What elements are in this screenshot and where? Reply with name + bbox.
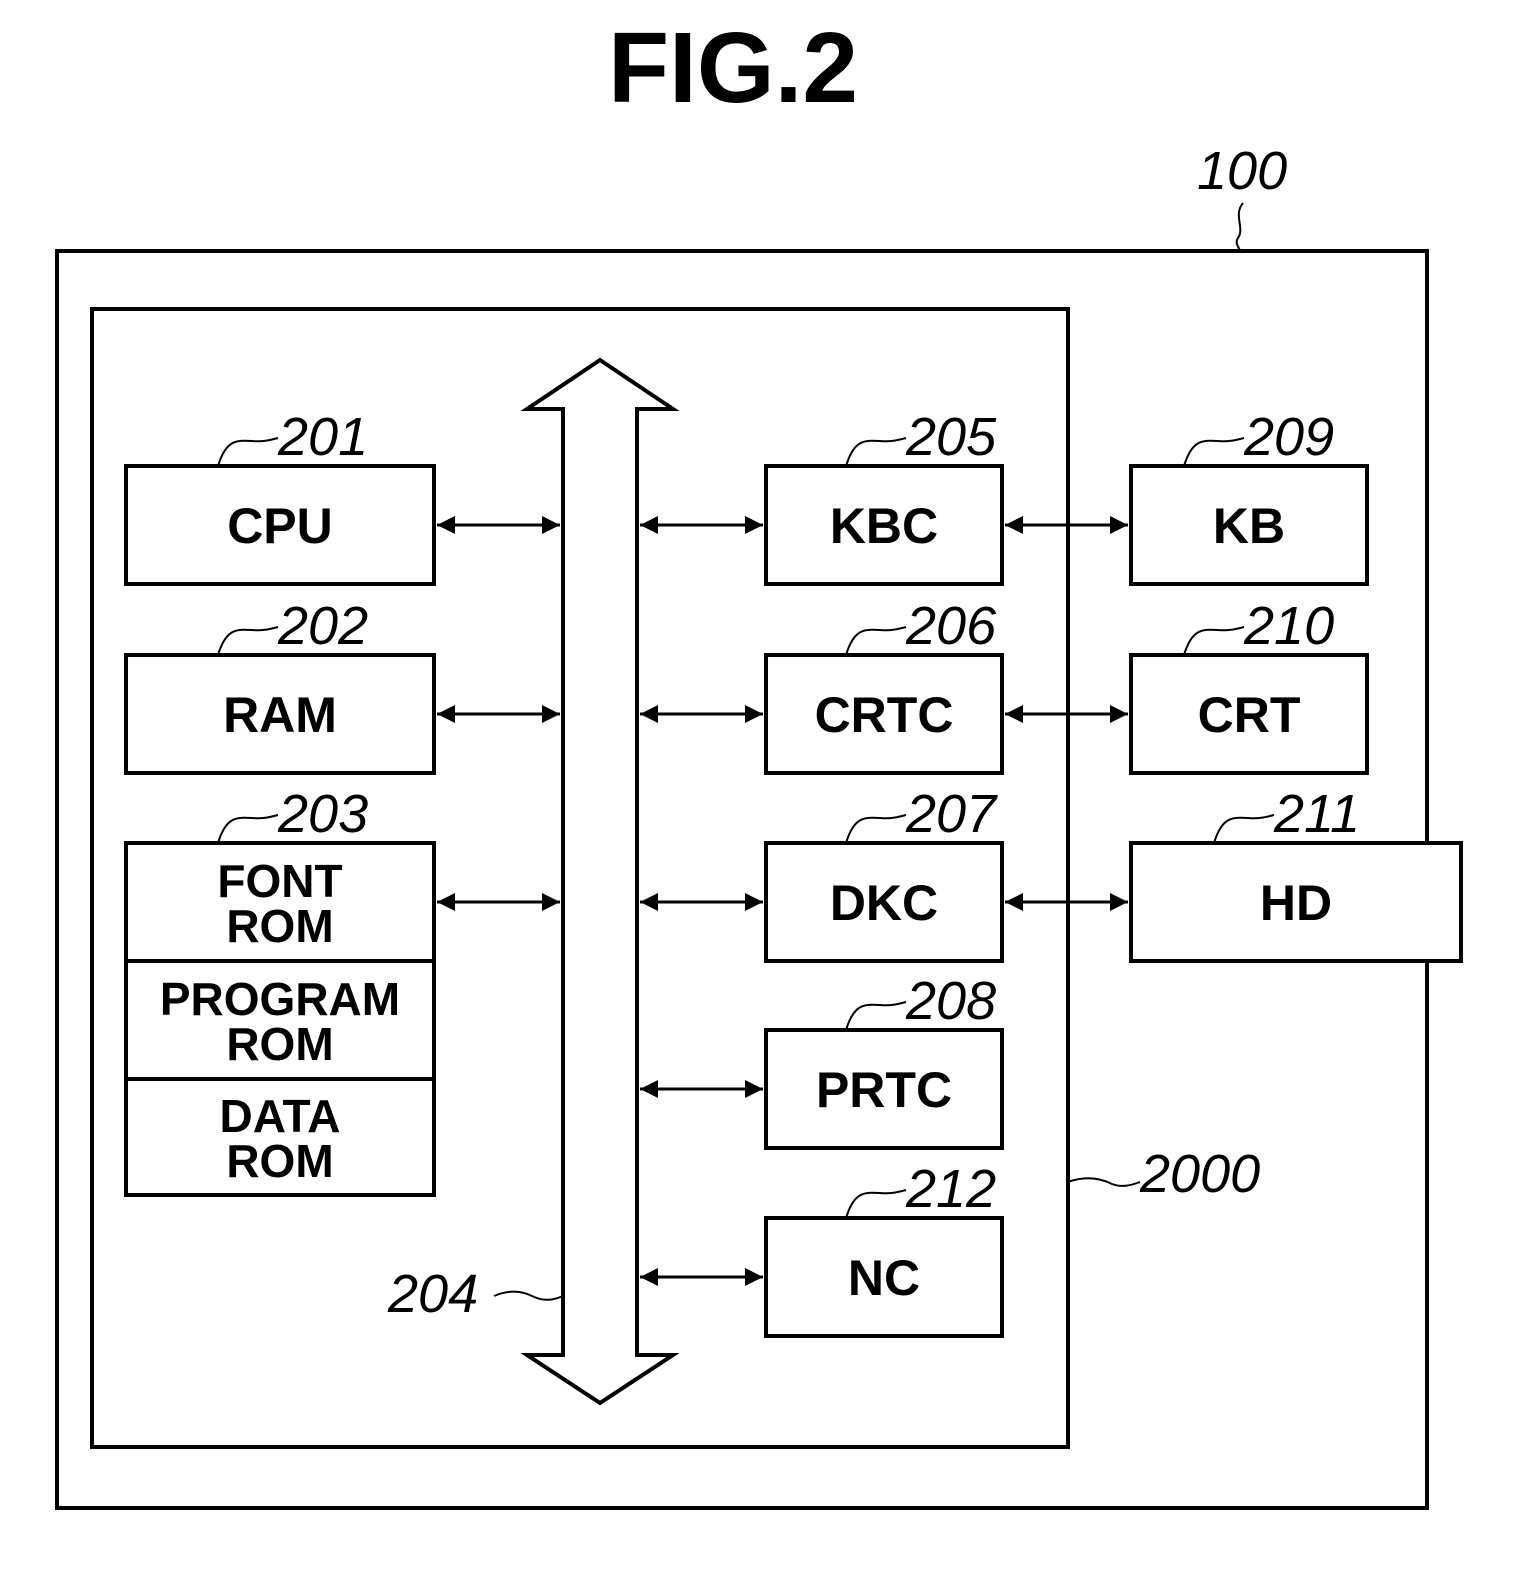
ref-kbc: 205 (905, 407, 997, 467)
data-rom-label-line2: ROM (226, 1135, 333, 1187)
ref-ram: 202 (277, 596, 368, 656)
lead-line-dkc (845, 814, 907, 844)
lead-line-bus (493, 1290, 564, 1301)
block-diagram: FIG.2 100 2000 204 CPU 201 RAM 202 FONT … (55, 12, 1463, 1510)
lead-line-crtc (845, 626, 907, 656)
ref-nc: 212 (905, 1159, 996, 1219)
cpu-label: CPU (227, 498, 333, 554)
prtc-block: PRTC 208 (764, 971, 1004, 1150)
crtc-block: CRTC 206 (764, 596, 1004, 775)
nc-label: NC (848, 1250, 920, 1306)
nc-block: NC 212 (764, 1159, 1004, 1338)
font-rom-label-line2: ROM (226, 900, 333, 952)
dkc-block: DKC 207 (764, 784, 1004, 963)
kbc-block: KBC 205 (764, 407, 1004, 586)
ram-block: RAM 202 (124, 596, 436, 775)
rom-block: FONT ROM PROGRAM ROM DATA ROM 203 (124, 784, 436, 1197)
lead-line-rom (217, 814, 279, 844)
lead-line-prtc (845, 1001, 907, 1031)
crtc-label: CRTC (815, 687, 954, 743)
hd-label: HD (1260, 875, 1332, 931)
ref-rom: 203 (277, 784, 368, 844)
program-rom-label-line2: ROM (226, 1018, 333, 1070)
ref-dkc: 207 (905, 784, 998, 844)
lead-line-nc (845, 1189, 907, 1219)
figure-title: FIG.2 (608, 12, 858, 124)
lead-line-cpu (217, 437, 279, 467)
lead-line-controller (1067, 1177, 1141, 1187)
dkc-label: DKC (830, 875, 938, 931)
prtc-label: PRTC (816, 1062, 952, 1118)
ref-crt: 210 (1243, 596, 1334, 656)
ref-system: 100 (1197, 141, 1287, 201)
ref-crtc: 206 (905, 596, 997, 656)
system-bus-arrow (520, 357, 680, 1406)
kb-block: KB 209 (1129, 407, 1369, 586)
cpu-block: CPU 201 (124, 407, 436, 586)
crt-block: CRT 210 (1129, 596, 1369, 775)
ref-hd: 211 (1273, 784, 1360, 844)
ref-kb: 209 (1243, 407, 1334, 467)
lead-line-kb (1183, 437, 1245, 467)
kbc-label: KBC (830, 498, 938, 554)
lead-line-ram (217, 626, 279, 656)
lead-line-kbc (845, 437, 907, 467)
kb-label: KB (1213, 498, 1285, 554)
ref-prtc: 208 (905, 971, 996, 1031)
ref-bus: 204 (387, 1264, 478, 1324)
lead-line-crt (1183, 626, 1245, 656)
ref-controller: 2000 (1139, 1144, 1260, 1204)
lead-line-system (1235, 202, 1244, 252)
crt-label: CRT (1198, 687, 1301, 743)
ref-cpu: 201 (277, 407, 368, 467)
hd-block: HD 211 (1129, 784, 1463, 963)
lead-line-hd (1213, 814, 1275, 844)
ram-label: RAM (223, 687, 337, 743)
